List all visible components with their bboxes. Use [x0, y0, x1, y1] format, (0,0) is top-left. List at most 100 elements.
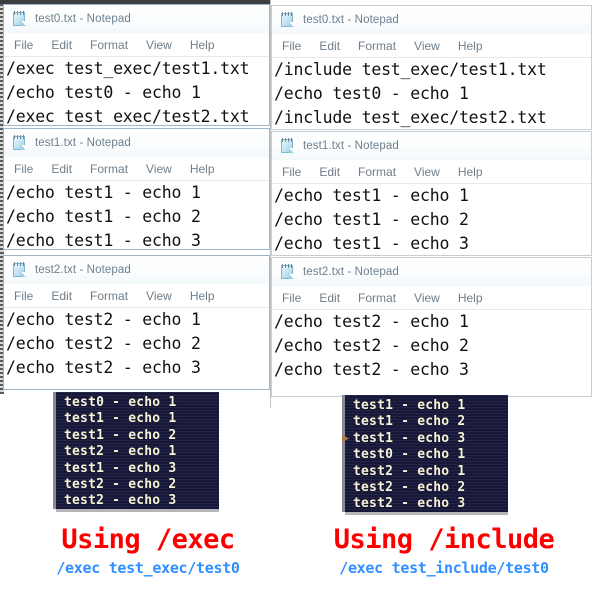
text-line: /echo test1 - echo 3 — [274, 234, 469, 253]
text-line: /echo test0 - echo 1 — [6, 83, 201, 102]
console-line: test2 - echo 2 — [64, 477, 177, 493]
text-line: /echo test1 - echo 2 — [274, 210, 469, 229]
text-line: /echo test1 - echo 2 — [6, 207, 201, 226]
console-line: test1 - echo 2 — [64, 427, 177, 443]
menu-item-format[interactable]: Format — [356, 290, 405, 306]
menu-item-edit[interactable]: Edit — [49, 288, 81, 304]
menu-item-edit[interactable]: Edit — [49, 37, 81, 53]
console-cursor-icon — [342, 435, 349, 442]
notepad-window-right-test2[interactable]: test2.txt - Notepad File Edit Format Vie… — [271, 257, 592, 397]
menu-item-format[interactable]: Format — [88, 288, 137, 304]
text-line: /echo test2 - echo 2 — [6, 334, 201, 353]
menu-item-edit[interactable]: Edit — [49, 161, 81, 177]
text-line: /echo test2 - echo 1 — [274, 312, 469, 331]
console-line: test2 - echo 1 — [64, 444, 177, 460]
text-area[interactable]: /echo test1 - echo 1 /echo test1 - echo … — [4, 181, 269, 250]
text-area[interactable]: /include test_exec/test1.txt /echo test0… — [272, 58, 591, 129]
title-bar[interactable]: test2.txt - Notepad — [272, 258, 591, 286]
notepad-window-right-test1[interactable]: test1.txt - Notepad File Edit Format Vie… — [271, 131, 592, 256]
menu-item-edit[interactable]: Edit — [317, 164, 349, 180]
menu-item-edit[interactable]: Edit — [317, 290, 349, 306]
notepad-window-left-test1[interactable]: test1.txt - Notepad File Edit Format Vie… — [3, 128, 270, 250]
menu-bar[interactable]: File Edit Format View Help — [4, 33, 269, 57]
text-line: /echo test2 - echo 3 — [6, 358, 201, 377]
title-bar[interactable]: test2.txt - Notepad — [4, 256, 269, 284]
title-bar[interactable]: test1.txt - Notepad — [272, 132, 591, 160]
window-title: test0.txt - Notepad — [35, 13, 131, 25]
menu-item-help[interactable]: Help — [456, 290, 492, 306]
notepad-window-left-test0[interactable]: test0.txt - Notepad File Edit Format Vie… — [3, 4, 270, 126]
notepad-icon — [280, 264, 296, 280]
menu-bar[interactable]: File Edit Format View Help — [272, 160, 591, 184]
menu-item-format[interactable]: Format — [88, 37, 137, 53]
window-title: test1.txt - Notepad — [303, 140, 399, 152]
text-line: /exec test_exec/test1.txt — [6, 59, 250, 78]
menu-item-file[interactable]: File — [280, 164, 310, 180]
text-area[interactable]: /echo test2 - echo 1 /echo test2 - echo … — [272, 310, 591, 382]
menu-bar[interactable]: File Edit Format View Help — [272, 34, 591, 58]
caption-title: Using /exec — [61, 524, 235, 555]
menu-item-help[interactable]: Help — [188, 161, 224, 177]
caption-exec: Using /exec /exec test_exec/test0 — [0, 524, 296, 578]
window-title: test2.txt - Notepad — [303, 266, 399, 278]
menu-item-view[interactable]: View — [144, 288, 181, 304]
title-bar[interactable]: test0.txt - Notepad — [4, 5, 269, 33]
console-output-exec: test0 - echo 1 test1 - echo 1 test1 - ec… — [56, 392, 219, 509]
text-line: /include test_exec/test1.txt — [274, 60, 547, 79]
menu-item-view[interactable]: View — [412, 290, 449, 306]
menu-bar[interactable]: File Edit Format View Help — [272, 286, 591, 310]
menu-item-format[interactable]: Format — [356, 164, 405, 180]
console-line: test2 - echo 1 — [353, 463, 466, 479]
menu-item-view[interactable]: View — [144, 37, 181, 53]
menu-item-file[interactable]: File — [280, 290, 310, 306]
menu-bar[interactable]: File Edit Format View Help — [4, 284, 269, 308]
caption-command: /exec test_include/test0 — [339, 559, 549, 577]
console-line: test1 - echo 1 — [64, 411, 177, 427]
text-area[interactable]: /exec test_exec/test1.txt /echo test0 - … — [4, 57, 269, 126]
caption-title: Using /include — [333, 524, 555, 555]
notepad-icon — [280, 138, 296, 154]
notepad-window-left-test2[interactable]: test2.txt - Notepad File Edit Format Vie… — [3, 255, 270, 390]
text-line: /echo test2 - echo 3 — [274, 360, 469, 379]
console-line: test1 - echo 3 — [64, 460, 177, 476]
notepad-icon — [12, 262, 28, 278]
menu-item-help[interactable]: Help — [188, 37, 224, 53]
menu-item-help[interactable]: Help — [188, 288, 224, 304]
menu-item-view[interactable]: View — [412, 38, 449, 54]
console-line: test0 - echo 1 — [353, 447, 466, 463]
window-title: test1.txt - Notepad — [35, 137, 131, 149]
console-line: test1 - echo 1 — [353, 398, 466, 413]
console-line: test2 - echo 3 — [353, 496, 466, 512]
console-output-include: test1 - echo 1 test1 - echo 2 test1 - ec… — [342, 395, 508, 512]
menu-item-view[interactable]: View — [144, 161, 181, 177]
menu-item-edit[interactable]: Edit — [317, 38, 349, 54]
notepad-icon — [280, 12, 296, 28]
menu-item-file[interactable]: File — [12, 37, 42, 53]
menu-item-file[interactable]: File — [12, 288, 42, 304]
menu-item-format[interactable]: Format — [356, 38, 405, 54]
text-area[interactable]: /echo test1 - echo 1 /echo test1 - echo … — [272, 184, 591, 255]
menu-bar[interactable]: File Edit Format View Help — [4, 157, 269, 181]
title-bar[interactable]: test1.txt - Notepad — [4, 129, 269, 157]
text-line: /echo test2 - echo 2 — [274, 336, 469, 355]
console-line: test2 - echo 2 — [353, 480, 466, 496]
console-line: test1 - echo 2 — [353, 414, 466, 430]
menu-item-help[interactable]: Help — [456, 164, 492, 180]
window-title: test2.txt - Notepad — [35, 264, 131, 276]
menu-item-help[interactable]: Help — [456, 38, 492, 54]
text-area[interactable]: /echo test2 - echo 1 /echo test2 - echo … — [4, 308, 269, 380]
menu-item-file[interactable]: File — [280, 38, 310, 54]
notepad-window-right-test0[interactable]: test0.txt - Notepad File Edit Format Vie… — [271, 5, 592, 130]
menu-item-view[interactable]: View — [412, 164, 449, 180]
text-line: /exec test_exec/test2.txt — [6, 107, 250, 126]
menu-item-file[interactable]: File — [12, 161, 42, 177]
console-line: test0 - echo 1 — [64, 395, 177, 410]
console-line: test1 - echo 3 — [353, 430, 466, 446]
window-title: test0.txt - Notepad — [303, 14, 399, 26]
notepad-icon — [12, 135, 28, 151]
text-line: /echo test0 - echo 1 — [274, 84, 469, 103]
menu-item-format[interactable]: Format — [88, 161, 137, 177]
title-bar[interactable]: test0.txt - Notepad — [272, 6, 591, 34]
text-line: /echo test1 - echo 1 — [274, 186, 469, 205]
text-line: /echo test1 - echo 3 — [6, 231, 201, 250]
